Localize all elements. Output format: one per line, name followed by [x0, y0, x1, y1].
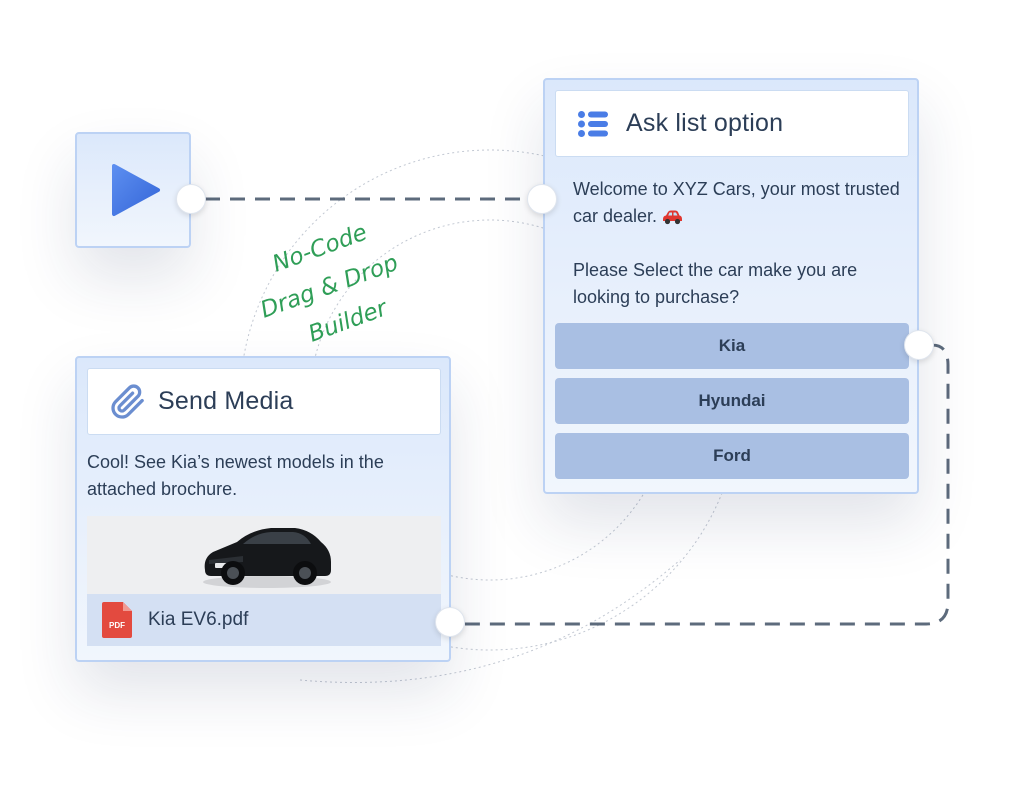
pdf-file-icon: PDF — [102, 602, 132, 638]
start-node-output-port[interactable] — [176, 184, 206, 214]
ask-list-option-node[interactable]: Ask list option Welcome to XYZ Cars, you… — [543, 78, 919, 494]
media-node-message: Cool! See Kia’s newest models in the att… — [87, 452, 384, 499]
pdf-label: PDF — [109, 621, 125, 630]
paperclip-icon — [111, 384, 144, 419]
option-button-kia[interactable]: Kia — [555, 323, 909, 369]
media-node-output-port[interactable] — [435, 607, 465, 637]
kia-option-output-port[interactable] — [904, 330, 934, 360]
ask-node-input-port[interactable] — [527, 184, 557, 214]
play-icon — [112, 164, 160, 216]
ask-node-title: Ask list option — [626, 109, 784, 137]
send-media-node[interactable]: Send Media Cool! See Kia’s newest models… — [75, 356, 451, 662]
question-message: Please Select the car make you are looki… — [573, 260, 858, 307]
media-node-header: Send Media — [87, 368, 441, 435]
attachment-file-name[interactable]: Kia EV6.pdf — [148, 609, 248, 631]
ask-node-header: Ask list option — [555, 90, 909, 157]
attachment-row[interactable]: PDF Kia EV6.pdf — [87, 594, 441, 646]
welcome-message: Welcome to XYZ Cars, your most trusted c… — [573, 179, 900, 226]
no-code-annotation: No-Code Drag & Drop Builder — [240, 214, 450, 354]
start-node[interactable] — [75, 132, 191, 248]
ask-node-message: Welcome to XYZ Cars, your most trusted c… — [573, 176, 903, 311]
option-button-ford[interactable]: Ford — [555, 433, 909, 479]
car-image — [203, 528, 331, 588]
list-icon — [578, 110, 608, 137]
brochure-image — [87, 516, 441, 594]
car-emoji — [663, 210, 683, 225]
media-node-title: Send Media — [158, 387, 294, 415]
option-button-hyundai[interactable]: Hyundai — [555, 378, 909, 424]
